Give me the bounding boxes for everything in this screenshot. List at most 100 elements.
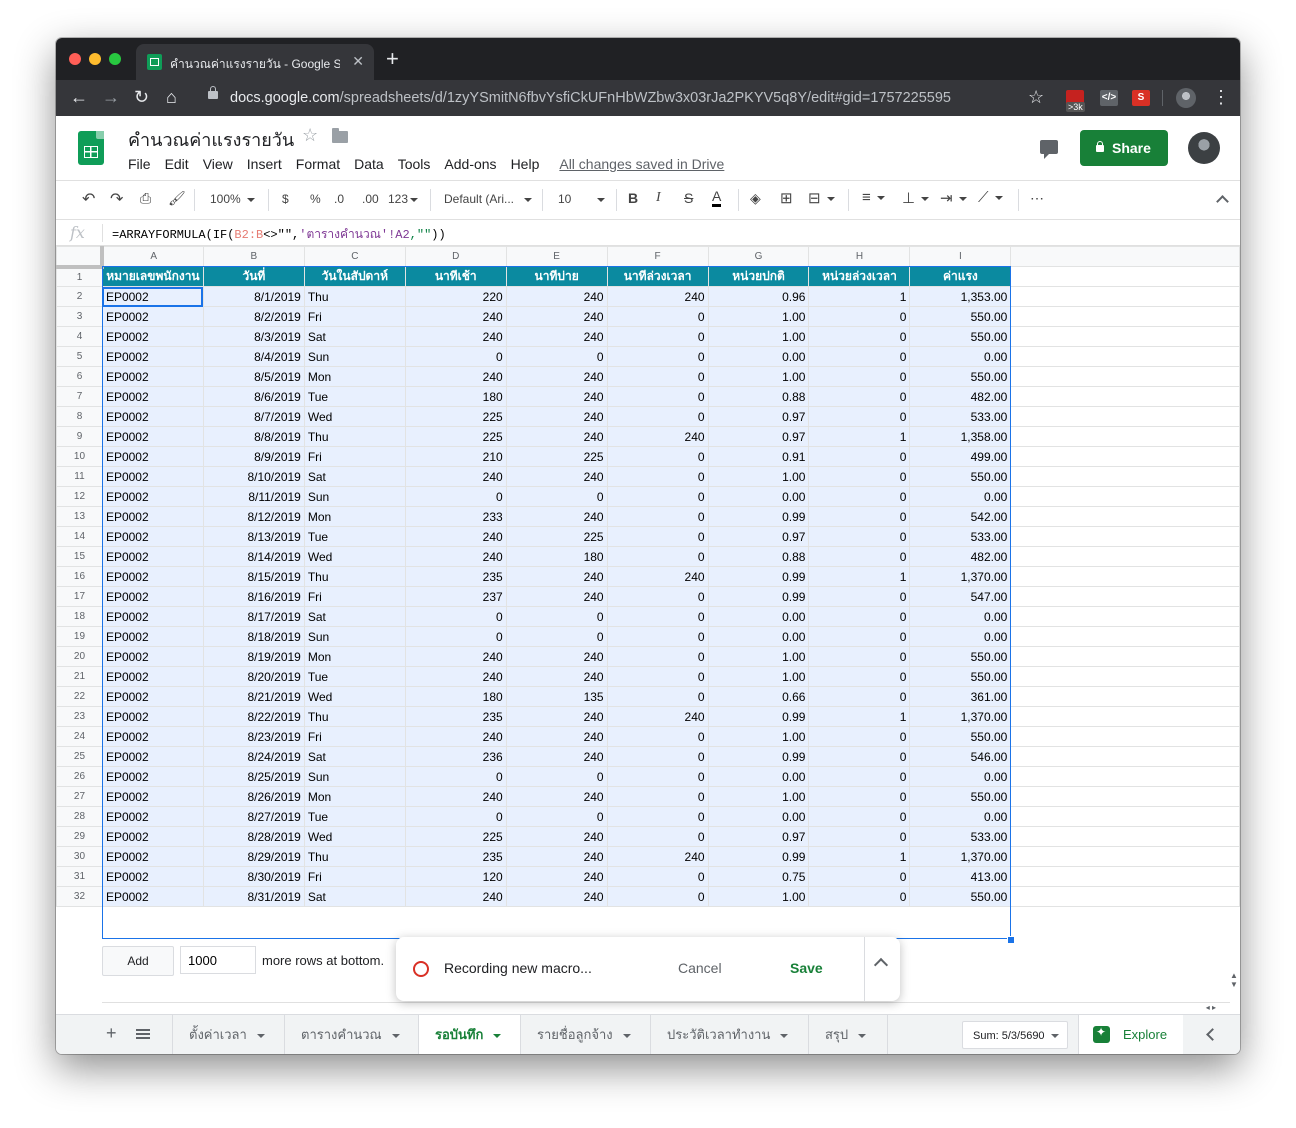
row-header[interactable]: 2 <box>56 286 103 307</box>
table-cell[interactable]: 236 <box>404 746 507 767</box>
macro-cancel-button[interactable]: Cancel <box>678 960 722 976</box>
bookmark-star-icon[interactable]: ☆ <box>1028 87 1044 107</box>
menu-data[interactable]: Data <box>354 156 384 172</box>
row-header[interactable]: 32 <box>56 886 103 907</box>
table-cell[interactable]: 240 <box>404 666 507 687</box>
table-cell[interactable]: Sun <box>303 626 406 647</box>
empty-cell[interactable] <box>1010 826 1240 847</box>
table-cell[interactable]: Thu <box>303 706 406 727</box>
table-cell[interactable]: 550.00 <box>909 326 1012 347</box>
address-bar[interactable]: docs.google.com/spreadsheets/d/1zyYSmitN… <box>196 84 1026 112</box>
table-cell[interactable]: 8/23/2019 <box>202 726 305 747</box>
table-cell[interactable]: 1,358.00 <box>909 426 1012 447</box>
table-cell[interactable]: 240 <box>505 326 608 347</box>
table-cell[interactable]: 0.00 <box>707 766 810 787</box>
table-cell[interactable]: 1,370.00 <box>909 566 1012 587</box>
table-cell[interactable]: 0 <box>808 546 911 567</box>
table-cell[interactable]: EP0002 <box>101 526 204 547</box>
empty-cell[interactable] <box>1010 726 1240 747</box>
table-cell[interactable]: 0 <box>606 446 709 467</box>
table-cell[interactable]: EP0002 <box>101 406 204 427</box>
table-cell[interactable]: 499.00 <box>909 446 1012 467</box>
menu-view[interactable]: View <box>203 156 233 172</box>
forward-icon[interactable]: → <box>102 87 120 107</box>
table-cell[interactable]: 0 <box>808 646 911 667</box>
table-cell[interactable]: Thu <box>303 566 406 587</box>
table-cell[interactable]: 8/17/2019 <box>202 606 305 627</box>
star-icon[interactable]: ☆ <box>302 125 318 146</box>
table-cell[interactable]: 0.00 <box>707 806 810 827</box>
table-cell[interactable]: Tue <box>303 806 406 827</box>
table-cell[interactable]: 8/19/2019 <box>202 646 305 667</box>
reload-icon[interactable]: ↻ <box>134 87 149 107</box>
table-cell[interactable]: 1,370.00 <box>909 846 1012 867</box>
table-cell[interactable]: 1 <box>808 426 911 447</box>
table-cell[interactable]: 237 <box>404 586 507 607</box>
table-cell[interactable]: EP0002 <box>101 826 204 847</box>
table-cell[interactable]: Mon <box>303 786 406 807</box>
fill-color-icon[interactable]: ◈ <box>750 190 761 207</box>
add-sheet-icon[interactable]: + <box>106 1023 117 1044</box>
sheet-tab-summary[interactable]: สรุป <box>808 1015 888 1054</box>
table-cell[interactable]: Mon <box>303 366 406 387</box>
header-cell[interactable]: หน่วยล่วงเวลา <box>808 266 911 287</box>
table-cell[interactable]: 240 <box>505 306 608 327</box>
menu-addons[interactable]: Add-ons <box>444 156 496 172</box>
account-avatar[interactable] <box>1188 132 1220 164</box>
table-cell[interactable]: 482.00 <box>909 386 1012 407</box>
menu-format[interactable]: Format <box>296 156 340 172</box>
table-cell[interactable]: 0.97 <box>707 526 810 547</box>
table-cell[interactable]: Sun <box>303 346 406 367</box>
empty-cell[interactable] <box>1010 506 1240 527</box>
table-cell[interactable]: EP0002 <box>101 466 204 487</box>
table-cell[interactable]: 225 <box>505 446 608 467</box>
table-cell[interactable]: 0.00 <box>707 606 810 627</box>
undo-icon[interactable]: ↶ <box>82 189 95 209</box>
table-cell[interactable]: 240 <box>404 306 507 327</box>
row-header[interactable]: 24 <box>56 726 103 747</box>
table-cell[interactable]: 240 <box>505 886 608 907</box>
font-family-select[interactable]: Default (Ari... <box>444 192 533 206</box>
table-cell[interactable]: 8/28/2019 <box>202 826 305 847</box>
table-cell[interactable]: 0.00 <box>909 806 1012 827</box>
column-header-e[interactable]: E <box>505 246 608 267</box>
table-cell[interactable]: Thu <box>303 426 406 447</box>
strikethrough-button[interactable]: S <box>684 190 693 206</box>
table-cell[interactable]: 240 <box>606 706 709 727</box>
print-icon[interactable]: ⎙ <box>140 190 151 207</box>
table-cell[interactable]: 8/4/2019 <box>202 346 305 367</box>
table-cell[interactable]: 8/3/2019 <box>202 326 305 347</box>
row-header[interactable]: 29 <box>56 826 103 847</box>
table-cell[interactable]: 8/7/2019 <box>202 406 305 427</box>
table-cell[interactable]: 0 <box>808 666 911 687</box>
table-cell[interactable]: 180 <box>404 386 507 407</box>
merge-cells-icon[interactable]: ⊟ <box>808 189 835 207</box>
empty-cell[interactable] <box>1010 426 1240 447</box>
table-cell[interactable]: 8/24/2019 <box>202 746 305 767</box>
font-size-select[interactable]: 10 <box>558 192 606 206</box>
table-cell[interactable]: 0 <box>606 526 709 547</box>
row-header[interactable]: 23 <box>56 706 103 727</box>
row-header[interactable]: 3 <box>56 306 103 327</box>
table-cell[interactable]: Fri <box>303 586 406 607</box>
table-cell[interactable]: 8/12/2019 <box>202 506 305 527</box>
table-cell[interactable]: 1.00 <box>707 326 810 347</box>
table-cell[interactable]: 0 <box>606 686 709 707</box>
table-cell[interactable]: 0 <box>808 746 911 767</box>
add-rows-count-input[interactable] <box>180 946 256 974</box>
table-cell[interactable]: 533.00 <box>909 826 1012 847</box>
table-cell[interactable]: 0 <box>606 346 709 367</box>
row-header[interactable]: 15 <box>56 546 103 567</box>
table-cell[interactable]: 0 <box>808 326 911 347</box>
row-header[interactable]: 20 <box>56 646 103 667</box>
table-cell[interactable]: 8/6/2019 <box>202 386 305 407</box>
table-cell[interactable]: 0.99 <box>707 506 810 527</box>
row-header[interactable]: 18 <box>56 606 103 627</box>
table-cell[interactable]: 8/18/2019 <box>202 626 305 647</box>
table-cell[interactable]: 0 <box>808 586 911 607</box>
text-rotation-icon[interactable]: ⟋ <box>978 189 1003 206</box>
table-cell[interactable]: 0.66 <box>707 686 810 707</box>
empty-cell[interactable] <box>1010 586 1240 607</box>
row-header[interactable]: 8 <box>56 406 103 427</box>
formula-input[interactable]: =ARRAYFORMULA(IF(B2:B<>"",'ตารางคำนวณ'!A… <box>112 225 446 244</box>
